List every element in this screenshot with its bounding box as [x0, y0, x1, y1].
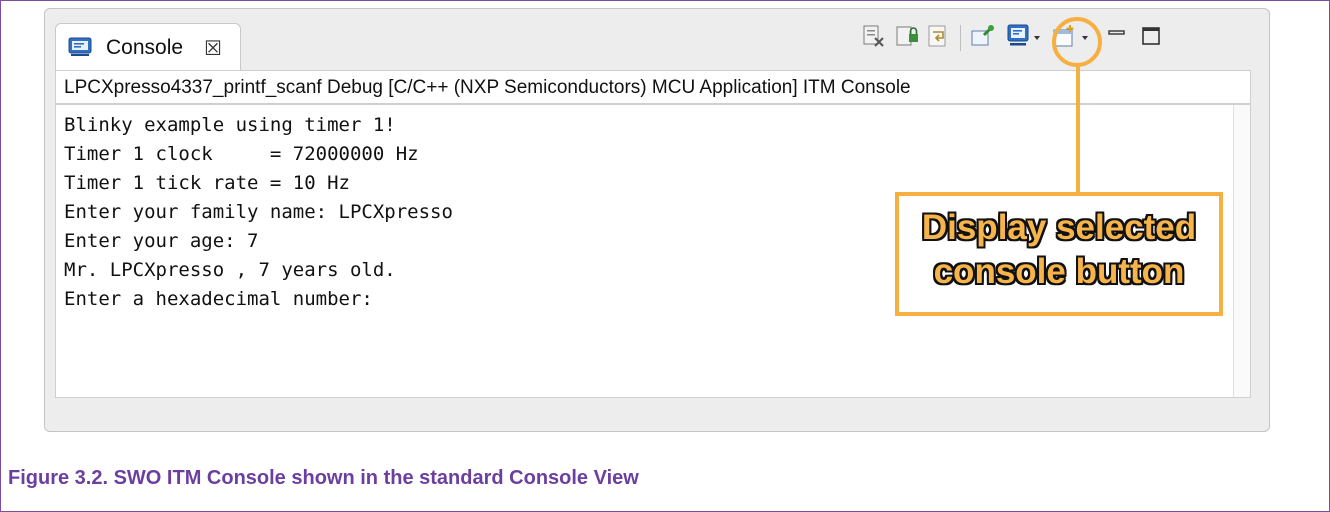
word-wrap-icon[interactable] — [926, 23, 952, 49]
figure-caption: Figure 3.2. SWO ITM Console shown in the… — [8, 467, 639, 489]
toolbar-separator — [960, 25, 961, 51]
console-line: Mr. LPCXpresso , 7 years old. — [64, 259, 396, 281]
console-line: Timer 1 clock = 72000000 Hz — [64, 143, 419, 165]
console-header: LPCXpresso4337_printf_scanf Debug [C/C++… — [55, 70, 1251, 104]
callout-box: Display selected console button — [895, 192, 1223, 316]
scroll-lock-icon[interactable] — [894, 23, 920, 49]
tab-console[interactable]: Console ☒ — [55, 23, 241, 70]
console-icon — [68, 37, 92, 57]
pin-console-icon[interactable] — [970, 23, 996, 49]
highlight-circle — [1052, 17, 1102, 67]
clear-console-icon[interactable] — [860, 23, 886, 49]
chevron-down-icon[interactable] — [1032, 23, 1042, 49]
callout-text-line1: Display selected — [921, 208, 1197, 247]
callout-line — [1076, 66, 1080, 192]
minimize-icon[interactable] — [1104, 23, 1130, 49]
console-title: LPCXpresso4337_printf_scanf Debug [C/C++… — [64, 77, 911, 98]
console-line: Timer 1 tick rate = 10 Hz — [64, 172, 350, 194]
tab-label: Console — [106, 36, 184, 59]
callout-text-line2: console button — [933, 252, 1185, 291]
console-line: Enter your age: 7 — [64, 230, 259, 252]
display-selected-console-icon[interactable] — [1006, 23, 1032, 49]
console-line: Enter a hexadecimal number: — [64, 288, 373, 310]
maximize-icon[interactable] — [1138, 23, 1164, 49]
console-line: Blinky example using timer 1! — [64, 114, 396, 136]
console-lines: Blinky example using timer 1! Timer 1 cl… — [64, 111, 453, 314]
vertical-scrollbar[interactable] — [1233, 105, 1250, 397]
close-icon[interactable]: ☒ — [204, 36, 222, 60]
console-line: Enter your family name: LPCXpresso — [64, 201, 453, 223]
